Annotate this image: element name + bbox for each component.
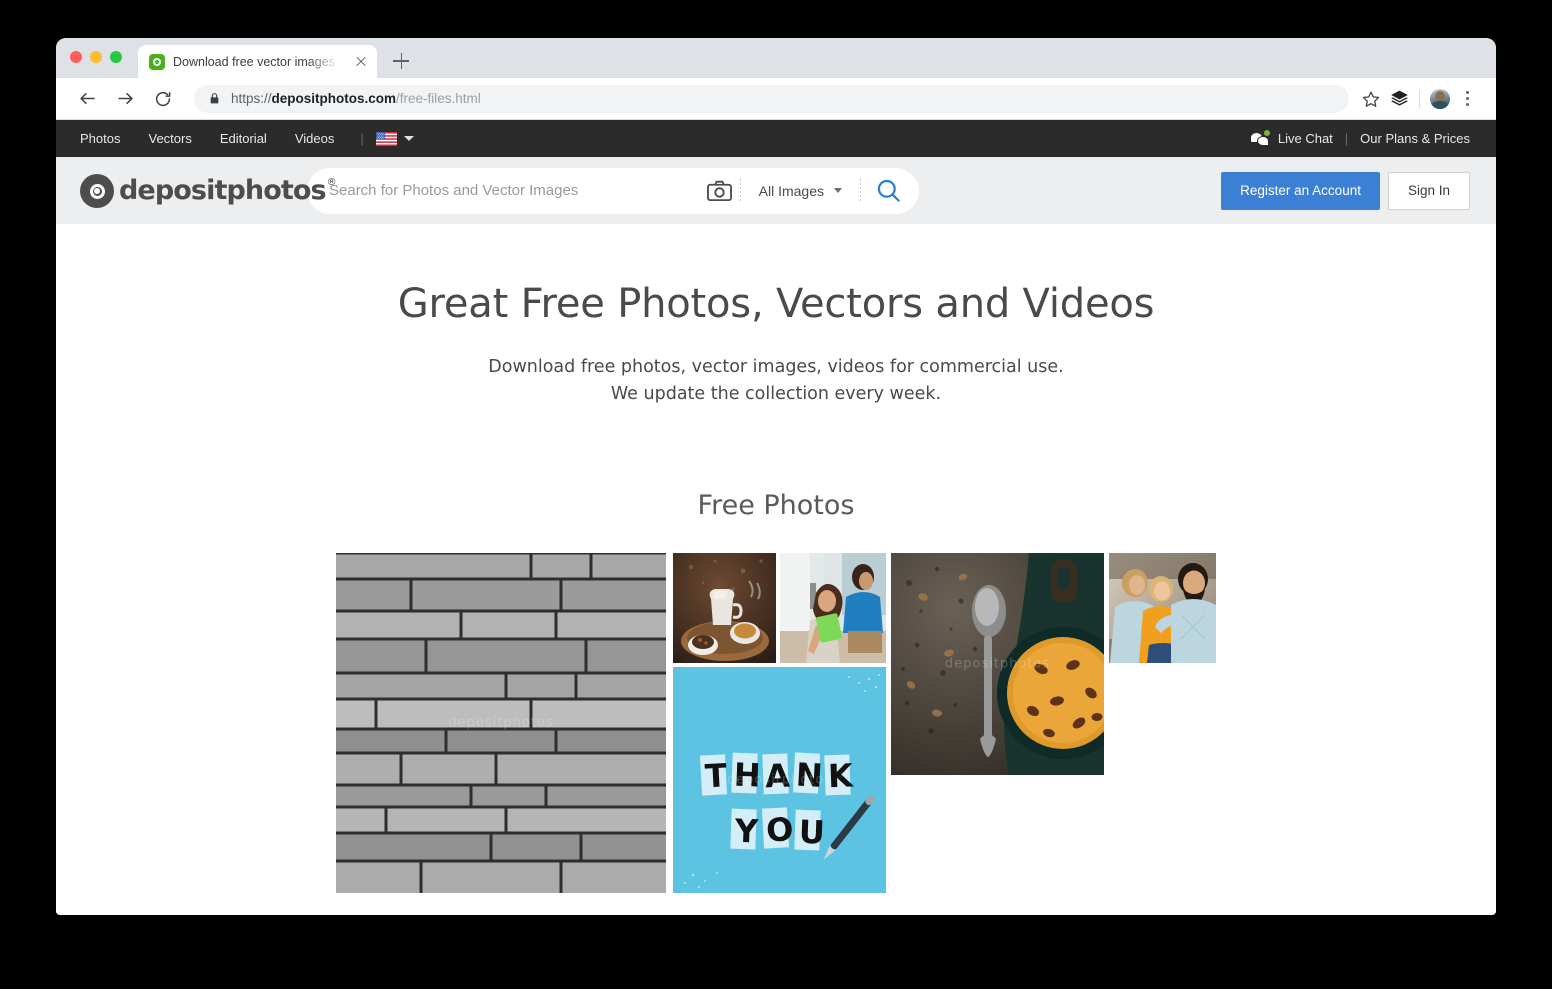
search-bar: All Images bbox=[307, 167, 919, 214]
forward-arrow-icon[interactable] bbox=[110, 84, 140, 114]
layers-icon[interactable] bbox=[1385, 85, 1413, 113]
topnav-item-photos[interactable]: Photos bbox=[80, 120, 134, 157]
logo-text: depositphotos bbox=[119, 175, 327, 206]
toolbar-divider bbox=[1419, 89, 1420, 108]
topnav-item-editorial[interactable]: Editorial bbox=[206, 120, 281, 157]
hero-subtitle-line1: Download free photos, vector images, vid… bbox=[488, 357, 1064, 377]
minimize-window-button[interactable] bbox=[90, 51, 102, 63]
hero-subtitle-line2: We update the collection every week. bbox=[610, 384, 942, 405]
svg-text:O: O bbox=[765, 810, 794, 849]
browser-toolbar: https://depositphotos.com/free-files.htm… bbox=[56, 78, 1496, 120]
lock-icon bbox=[208, 92, 221, 105]
free-photos-heading: Free Photos bbox=[697, 490, 855, 522]
reload-icon[interactable] bbox=[148, 84, 178, 114]
browser-tab-strip: Download free vector images a bbox=[56, 38, 1496, 78]
photo-kids-reading[interactable] bbox=[780, 553, 886, 664]
avatar bbox=[1430, 88, 1450, 109]
browser-tab[interactable]: Download free vector images a bbox=[138, 45, 378, 78]
sign-in-button[interactable]: Sign In bbox=[1387, 171, 1470, 210]
topnav-right-separator: | bbox=[1344, 131, 1349, 146]
address-bar[interactable]: https://depositphotos.com/free-files.htm… bbox=[194, 84, 1349, 113]
topnav-separator: | bbox=[360, 131, 364, 146]
browser-tab-title: Download free vector images a bbox=[173, 54, 346, 69]
search-filter-label: All Images bbox=[758, 182, 824, 199]
svg-text:Y: Y bbox=[733, 812, 759, 851]
window-traffic-lights bbox=[70, 51, 122, 63]
photo-family[interactable] bbox=[1109, 553, 1216, 664]
camera-logo-icon bbox=[80, 173, 114, 208]
maximize-window-button[interactable] bbox=[110, 51, 122, 63]
star-icon[interactable] bbox=[1357, 85, 1385, 113]
address-bar-url: https://depositphotos.com/free-files.htm… bbox=[231, 91, 481, 106]
hero-subtitle: Download free photos, vector images, vid… bbox=[56, 354, 1496, 408]
site-logo[interactable]: depositphotos ® bbox=[80, 173, 337, 208]
photo-coffee-tray[interactable] bbox=[673, 553, 776, 664]
close-icon[interactable] bbox=[353, 54, 369, 70]
free-photos-grid: depositphotos T H A N K Y O U depositpho… bbox=[336, 553, 1216, 894]
svg-text:K: K bbox=[827, 757, 854, 796]
site-top-navigation: Photos Vectors Editorial Videos | Live C… bbox=[56, 120, 1496, 157]
photo-stone-wall[interactable]: depositphotos bbox=[336, 553, 666, 894]
topnav-item-videos[interactable]: Videos bbox=[281, 120, 349, 157]
svg-text:T: T bbox=[704, 757, 728, 796]
plus-icon[interactable] bbox=[387, 47, 415, 75]
url-path: /free-files.html bbox=[396, 91, 481, 106]
search-filter-dropdown[interactable]: All Images bbox=[741, 183, 860, 199]
chevron-down-icon bbox=[403, 136, 414, 141]
page-content: Photos Vectors Editorial Videos | Live C… bbox=[56, 120, 1496, 914]
avatar-icon[interactable] bbox=[1426, 85, 1454, 113]
kebab-menu-icon[interactable] bbox=[1454, 85, 1482, 113]
svg-text:H: H bbox=[733, 756, 761, 795]
camera-search-icon[interactable] bbox=[700, 171, 740, 211]
us-flag-icon bbox=[375, 131, 397, 146]
logo-wordmark: depositphotos ® bbox=[119, 175, 337, 206]
trademark-symbol: ® bbox=[326, 177, 337, 188]
plans-and-prices-link[interactable]: Our Plans & Prices bbox=[1360, 131, 1470, 146]
page-title: Great Free Photos, Vectors and Videos bbox=[397, 281, 1155, 327]
svg-text:A: A bbox=[764, 757, 790, 796]
svg-text:N: N bbox=[795, 756, 824, 795]
svg-text:U: U bbox=[798, 813, 825, 852]
url-domain: depositphotos.com bbox=[271, 91, 397, 106]
site-header: depositphotos® All Images bbox=[56, 157, 1496, 224]
desktop-background: Download free vector images a https://de… bbox=[0, 0, 1552, 989]
register-account-button[interactable]: Register an Account bbox=[1221, 171, 1380, 210]
language-selector[interactable] bbox=[375, 131, 414, 146]
hero-section: Great Free Photos, Vectors and Videos Do… bbox=[56, 224, 1496, 408]
header-actions: Register an Account Sign In bbox=[1221, 171, 1470, 210]
chevron-down-icon bbox=[834, 188, 842, 193]
topnav-right-actions: Live Chat | Our Plans & Prices bbox=[1250, 129, 1470, 147]
photo-pumpkin-soup[interactable]: depositphotos bbox=[891, 553, 1104, 776]
depositphotos-camera-favicon-icon bbox=[149, 53, 165, 70]
close-window-button[interactable] bbox=[70, 51, 82, 63]
topnav-links: Photos Vectors Editorial Videos | bbox=[80, 120, 414, 157]
browser-window: Download free vector images a https://de… bbox=[56, 38, 1496, 915]
url-scheme: https:// bbox=[231, 91, 272, 106]
search-submit-button[interactable] bbox=[861, 169, 915, 213]
chat-bubble-icon bbox=[1250, 129, 1270, 147]
photo-thank-you[interactable]: T H A N K Y O U depositphotos bbox=[673, 667, 886, 894]
back-arrow-icon[interactable] bbox=[72, 84, 102, 114]
search-input[interactable] bbox=[329, 182, 700, 199]
live-chat-link[interactable]: Live Chat bbox=[1278, 131, 1333, 146]
topnav-item-vectors[interactable]: Vectors bbox=[134, 120, 205, 157]
